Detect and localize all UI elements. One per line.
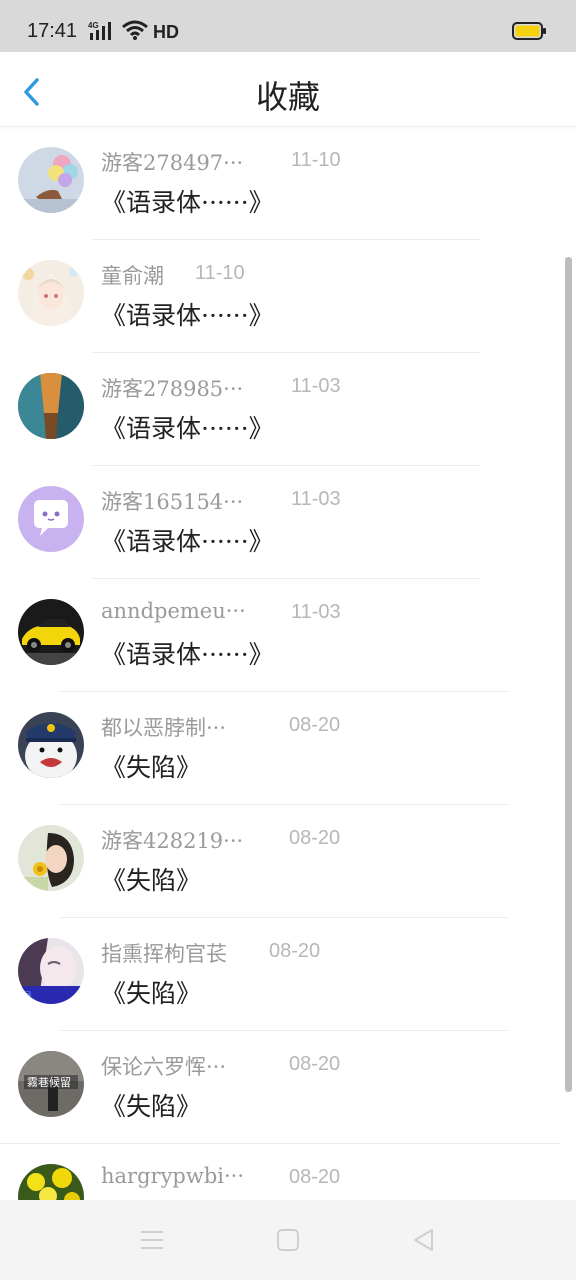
item-title: 《语录体······》 xyxy=(101,640,274,669)
list-item[interactable]: 霧巷候留 保论六罗恽··· 08-20 《失陷》 xyxy=(0,1031,560,1144)
svg-text:霧巷候留: 霧巷候留 xyxy=(27,1075,71,1089)
item-title: 《语录体······》 xyxy=(101,188,274,217)
item-date: 11-03 xyxy=(291,375,341,397)
user-name: 游客278985··· xyxy=(101,377,244,401)
list-item[interactable]: hargrypwbi··· 08-20 xyxy=(0,1144,560,1200)
svg-text:晨.: 晨. xyxy=(22,991,35,1003)
user-name: 童俞潮 xyxy=(101,264,164,288)
list-item[interactable]: 游客278985··· 11-03 《语录体······》 xyxy=(0,353,560,466)
home-button[interactable] xyxy=(274,1226,302,1254)
user-name: 游客165154··· xyxy=(101,490,244,514)
user-name: hargrypwbi··· xyxy=(101,1164,245,1188)
list-item[interactable]: 游客278497··· 11-10 《语录体······》 xyxy=(0,127,560,240)
item-title: 《语录体······》 xyxy=(101,414,274,443)
avatar xyxy=(18,486,84,552)
item-title: 《语录体······》 xyxy=(101,301,274,330)
avatar xyxy=(18,147,84,213)
signal-icon: 4G xyxy=(88,21,111,40)
item-title: 《语录体······》 xyxy=(101,527,274,556)
avatar: 霧巷候留 xyxy=(18,1051,84,1117)
item-date: 11-03 xyxy=(291,601,341,623)
avatar xyxy=(18,1164,84,1200)
avatar xyxy=(18,712,84,778)
scrollbar[interactable] xyxy=(565,257,572,1092)
avatar: 晨. xyxy=(18,938,84,1004)
item-date: 11-03 xyxy=(291,488,341,510)
menu-icon xyxy=(141,1231,163,1249)
app-header: 收藏 xyxy=(0,52,576,127)
status-bar: 17:41 4G HD xyxy=(0,0,576,52)
avatar xyxy=(18,373,84,439)
list-item[interactable]: 游客428219··· 08-20 《失陷》 xyxy=(0,805,560,918)
user-name: 游客428219··· xyxy=(101,829,244,853)
page-title: 收藏 xyxy=(255,78,320,116)
battery-icon xyxy=(512,22,546,40)
system-nav-bar xyxy=(0,1200,576,1280)
item-title: 《失陷》 xyxy=(101,979,202,1008)
item-date: 11-10 xyxy=(291,149,341,171)
favorites-list: 游客278497··· 11-10 《语录体······》 童俞潮 11-10 … xyxy=(0,127,576,1200)
avatar xyxy=(18,260,84,326)
list-item[interactable]: 游客165154··· 11-03 《语录体······》 xyxy=(0,466,560,579)
triangle-back-icon xyxy=(414,1229,433,1251)
user-name: 保论六罗恽··· xyxy=(101,1055,227,1079)
user-name: anndpemeu··· xyxy=(101,599,246,623)
wifi-icon xyxy=(122,20,148,40)
item-title: 《失陷》 xyxy=(101,866,202,895)
svg-text:4G: 4G xyxy=(88,21,99,30)
list-item[interactable]: 都以恶脖制··· 08-20 《失陷》 xyxy=(0,692,560,805)
avatar xyxy=(18,825,84,891)
menu-button[interactable] xyxy=(138,1226,166,1254)
avatar xyxy=(18,599,84,665)
item-title: 《失陷》 xyxy=(101,1092,202,1121)
list-item[interactable]: 童俞潮 11-10 《语录体······》 xyxy=(0,240,560,353)
user-name: 指熏挥枸官苌 xyxy=(101,942,227,966)
user-name: 游客278497··· xyxy=(101,151,244,175)
item-date: 08-20 xyxy=(289,1053,341,1075)
item-title: 《失陷》 xyxy=(101,753,202,782)
item-date: 08-20 xyxy=(289,827,341,849)
square-icon xyxy=(277,1229,299,1251)
item-date: 11-10 xyxy=(195,262,245,284)
item-date: 08-20 xyxy=(269,940,321,962)
item-date: 08-20 xyxy=(289,1166,341,1188)
list-item[interactable]: anndpemeu··· 11-03 《语录体······》 xyxy=(0,579,560,692)
hd-indicator: HD xyxy=(153,22,179,42)
status-time: 17:41 xyxy=(27,20,78,42)
list-item[interactable]: 晨. 指熏挥枸官苌 08-20 《失陷》 xyxy=(0,918,560,1031)
nav-back-button[interactable] xyxy=(410,1226,438,1254)
user-name: 都以恶脖制··· xyxy=(101,716,227,740)
item-date: 08-20 xyxy=(289,714,341,736)
